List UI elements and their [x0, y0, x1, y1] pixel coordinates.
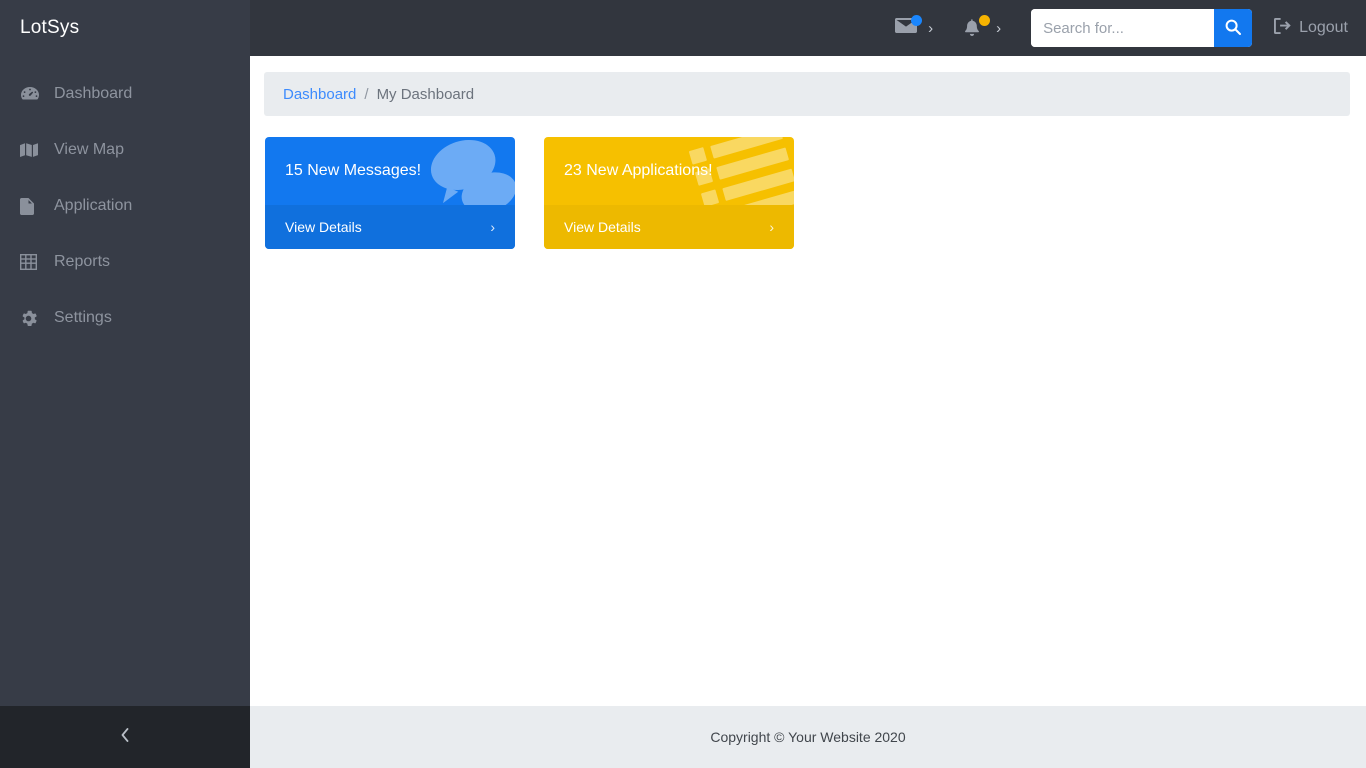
search-input[interactable] [1031, 9, 1214, 47]
sidebar-item-label: View Map [54, 141, 124, 159]
card-title: 23 New Applications! [544, 137, 794, 205]
card-action[interactable]: View Details › [265, 205, 515, 249]
card-action-label: View Details [564, 219, 641, 235]
logout-button[interactable]: Logout [1274, 18, 1348, 39]
sidebar-item-view-map[interactable]: View Map [0, 122, 250, 178]
sidebar-item-label: Dashboard [54, 85, 132, 103]
sidebar-item-label: Reports [54, 253, 110, 271]
sidebar-item-label: Application [54, 197, 132, 215]
table-icon [20, 253, 42, 271]
sidebar-nav: Dashboard View Map Application [0, 56, 250, 706]
card-title: 15 New Messages! [265, 137, 515, 205]
gear-icon [20, 309, 42, 327]
logout-label: Logout [1299, 19, 1348, 37]
breadcrumb: Dashboard / My Dashboard [264, 72, 1350, 116]
alerts-menu[interactable]: › [963, 17, 1001, 39]
card-action-label: View Details [285, 219, 362, 235]
search-icon [1225, 19, 1241, 38]
search-button[interactable] [1214, 9, 1252, 47]
topbar: › › [250, 0, 1366, 56]
sidebar: LotSys Dashboard View Map [0, 0, 250, 768]
page-footer: Copyright © Your Website 2020 [250, 706, 1366, 768]
map-icon [20, 141, 42, 159]
sidebar-item-label: Settings [54, 309, 112, 327]
envelope-icon [895, 17, 919, 39]
chevron-left-icon [120, 727, 130, 748]
copyright-text: Copyright © Your Website 2020 [710, 729, 905, 745]
breadcrumb-separator: / [364, 86, 368, 103]
messages-badge [911, 15, 922, 26]
sidebar-item-reports[interactable]: Reports [0, 234, 250, 290]
sidebar-item-dashboard[interactable]: Dashboard [0, 66, 250, 122]
content-column: › › [250, 0, 1366, 768]
card-new-messages[interactable]: 15 New Messages! View Details › [265, 137, 515, 249]
card-new-applications[interactable]: 23 New Applications! View Details › [544, 137, 794, 249]
chevron-right-icon: › [490, 219, 495, 235]
sidebar-item-application[interactable]: Application [0, 178, 250, 234]
messages-menu[interactable]: › [895, 17, 933, 39]
brand-label: LotSys [20, 17, 79, 39]
search-form [1031, 9, 1252, 47]
main-content: Dashboard / My Dashboard [250, 56, 1366, 706]
alerts-badge [979, 15, 990, 26]
brand-title[interactable]: LotSys [0, 0, 250, 56]
chevron-right-icon: › [928, 21, 933, 36]
dashboard-cards: 15 New Messages! View Details › [264, 137, 1350, 249]
file-icon [20, 197, 42, 215]
tachometer-icon [20, 85, 42, 103]
breadcrumb-root[interactable]: Dashboard [283, 86, 356, 103]
app-root: LotSys Dashboard View Map [0, 0, 1366, 768]
sign-out-icon [1274, 18, 1292, 39]
chevron-right-icon: › [769, 219, 774, 235]
card-action[interactable]: View Details › [544, 205, 794, 249]
bell-icon [963, 17, 987, 39]
chevron-right-icon: › [996, 21, 1001, 36]
sidebar-item-settings[interactable]: Settings [0, 290, 250, 346]
sidebar-collapse-button[interactable] [0, 706, 250, 768]
breadcrumb-current: My Dashboard [377, 86, 475, 103]
